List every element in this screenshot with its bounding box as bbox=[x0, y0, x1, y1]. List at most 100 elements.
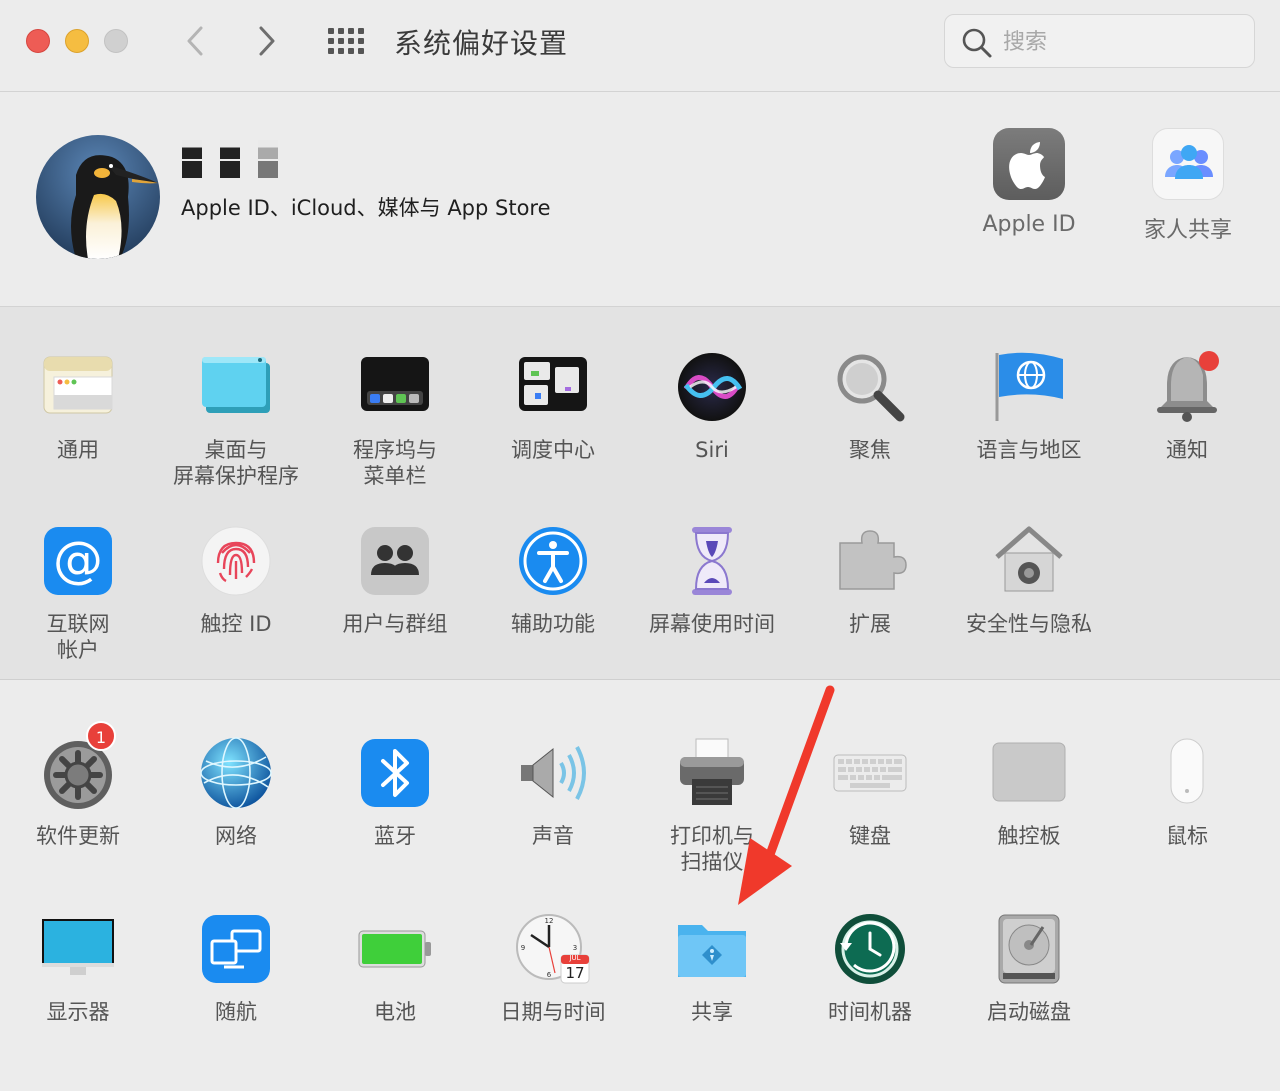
users-groups-icon bbox=[357, 523, 433, 599]
avatar[interactable] bbox=[36, 135, 160, 259]
sidecar-icon bbox=[198, 911, 274, 987]
time-machine-icon bbox=[832, 911, 908, 987]
pref-label: 软件更新 bbox=[36, 824, 120, 848]
pref-general[interactable]: 通用 bbox=[3, 349, 153, 463]
show-all-button[interactable] bbox=[326, 26, 366, 56]
pref-desktop-screensaver[interactable]: 桌面与 屏幕保护程序 bbox=[161, 349, 311, 489]
pref-siri[interactable]: Siri bbox=[637, 349, 787, 463]
family-sharing-icon bbox=[1152, 128, 1224, 200]
pref-label: 触控 ID bbox=[200, 612, 272, 636]
pref-dock-menubar[interactable]: 程序坞与 菜单栏 bbox=[320, 349, 470, 489]
pref-label: 聚焦 bbox=[849, 438, 891, 462]
preferences-section-hardware: 1 软件更新 网络 蓝牙 声音 打印机与 扫描仪 键盘 触控板 鼠标 显示器 随… bbox=[0, 681, 1280, 1091]
close-button[interactable] bbox=[26, 29, 50, 53]
minimize-button[interactable] bbox=[65, 29, 89, 53]
account-subtitle[interactable]: Apple ID、iCloud、媒体与 App Store bbox=[181, 192, 551, 222]
calendar-day: 17 bbox=[565, 964, 585, 982]
desktop-screensaver-icon bbox=[198, 349, 274, 425]
pref-security-privacy[interactable]: 安全性与隐私 bbox=[954, 523, 1104, 637]
pref-label: 随航 bbox=[215, 1000, 257, 1024]
startup-disk-icon bbox=[991, 911, 1067, 987]
pref-label: 用户与群组 bbox=[342, 612, 448, 636]
grid-icon bbox=[328, 28, 364, 54]
pref-label: 扩展 bbox=[849, 612, 891, 636]
pref-users-groups[interactable]: 用户与群组 bbox=[320, 523, 470, 637]
accessibility-icon bbox=[515, 523, 591, 599]
pref-label: 键盘 bbox=[849, 824, 891, 848]
spotlight-icon bbox=[832, 349, 908, 425]
svg-text:6: 6 bbox=[547, 971, 552, 979]
printers-scanners-icon bbox=[674, 735, 750, 811]
search-input[interactable] bbox=[1003, 25, 1233, 59]
chevron-right-icon bbox=[259, 26, 275, 56]
network-icon bbox=[198, 735, 274, 811]
pref-label: 安全性与隐私 bbox=[966, 612, 1092, 636]
svg-text:12: 12 bbox=[545, 917, 554, 925]
svg-text:9: 9 bbox=[521, 944, 525, 952]
pref-bluetooth[interactable]: 蓝牙 bbox=[320, 735, 470, 849]
forward-button[interactable] bbox=[247, 22, 287, 60]
touch-id-icon bbox=[198, 523, 274, 599]
mission-control-icon bbox=[515, 349, 591, 425]
pref-notifications[interactable]: 通知 bbox=[1112, 349, 1262, 463]
svg-text:@: @ bbox=[53, 531, 103, 589]
pref-keyboard[interactable]: 键盘 bbox=[795, 735, 945, 849]
family-sharing-tile[interactable]: 家人共享 bbox=[1118, 128, 1258, 244]
pref-label: 声音 bbox=[532, 824, 574, 848]
dock-menubar-icon bbox=[357, 349, 433, 425]
pref-mouse[interactable]: 鼠标 bbox=[1112, 735, 1262, 849]
pref-accessibility[interactable]: 辅助功能 bbox=[478, 523, 628, 637]
pref-label: 打印机与 扫描仪 bbox=[670, 824, 754, 874]
pref-software-update[interactable]: 1 软件更新 bbox=[3, 721, 153, 849]
siri-icon bbox=[674, 349, 750, 425]
pref-sidecar[interactable]: 随航 bbox=[161, 911, 311, 1025]
zoom-button[interactable] bbox=[104, 29, 128, 53]
pref-battery[interactable]: 电池 bbox=[320, 911, 470, 1025]
pref-network[interactable]: 网络 bbox=[161, 735, 311, 849]
security-privacy-icon bbox=[991, 523, 1067, 599]
pref-label: 显示器 bbox=[46, 1000, 110, 1024]
pref-date-time[interactable]: 12 3 6 9 JUL 17 日期与时间 bbox=[478, 911, 628, 1025]
back-button[interactable] bbox=[176, 22, 216, 60]
pref-language-region[interactable]: 语言与地区 bbox=[954, 349, 1104, 463]
keyboard-icon bbox=[832, 735, 908, 811]
pref-time-machine[interactable]: 时间机器 bbox=[795, 911, 945, 1025]
pref-label: 启动磁盘 bbox=[987, 1000, 1071, 1024]
pref-printers-scanners[interactable]: 打印机与 扫描仪 bbox=[637, 735, 787, 875]
window-title: 系统偏好设置 bbox=[394, 27, 569, 60]
pref-mission-control[interactable]: 调度中心 bbox=[478, 349, 628, 463]
pref-label: 共享 bbox=[691, 1000, 733, 1024]
pref-screen-time[interactable]: 屏幕使用时间 bbox=[637, 523, 787, 637]
pref-startup-disk[interactable]: 启动磁盘 bbox=[954, 911, 1104, 1025]
language-region-icon bbox=[991, 349, 1067, 425]
screen-time-icon bbox=[674, 523, 750, 599]
date-time-icon: 12 3 6 9 JUL 17 bbox=[515, 911, 591, 987]
pref-sharing[interactable]: 共享 bbox=[637, 911, 787, 1025]
pref-trackpad[interactable]: 触控板 bbox=[954, 735, 1104, 849]
pref-displays[interactable]: 显示器 bbox=[3, 911, 153, 1025]
pref-spotlight[interactable]: 聚焦 bbox=[795, 349, 945, 463]
pref-label: 网络 bbox=[215, 824, 257, 848]
apple-id-tile[interactable]: Apple ID bbox=[959, 128, 1099, 237]
pref-label: 日期与时间 bbox=[500, 1000, 606, 1024]
software-update-icon: 1 bbox=[40, 721, 116, 811]
apple-id-label: Apple ID bbox=[982, 212, 1076, 237]
pref-label: 鼠标 bbox=[1166, 824, 1208, 848]
displays-icon bbox=[40, 911, 116, 987]
pref-label: 电池 bbox=[374, 1000, 416, 1024]
pref-label: 蓝牙 bbox=[374, 824, 416, 848]
preferences-section-personal: 通用 桌面与 屏幕保护程序 程序坞与 菜单栏 调度中心 Siri 聚焦 语言与地… bbox=[0, 307, 1280, 680]
masked-char bbox=[220, 140, 240, 178]
calendar-month: JUL bbox=[569, 954, 581, 962]
pref-touch-id[interactable]: 触控 ID bbox=[161, 523, 311, 637]
masked-char bbox=[258, 140, 278, 178]
masked-char bbox=[182, 140, 202, 178]
pref-label: Siri bbox=[695, 438, 729, 462]
pref-extensions[interactable]: 扩展 bbox=[795, 523, 945, 637]
update-count-badge: 1 bbox=[86, 721, 116, 751]
battery-icon bbox=[357, 911, 433, 987]
pref-internet-accounts[interactable]: @ 互联网 帐户 bbox=[3, 523, 153, 663]
family-sharing-label: 家人共享 bbox=[1143, 218, 1232, 243]
search-field[interactable] bbox=[944, 14, 1255, 68]
pref-sound[interactable]: 声音 bbox=[478, 735, 628, 849]
